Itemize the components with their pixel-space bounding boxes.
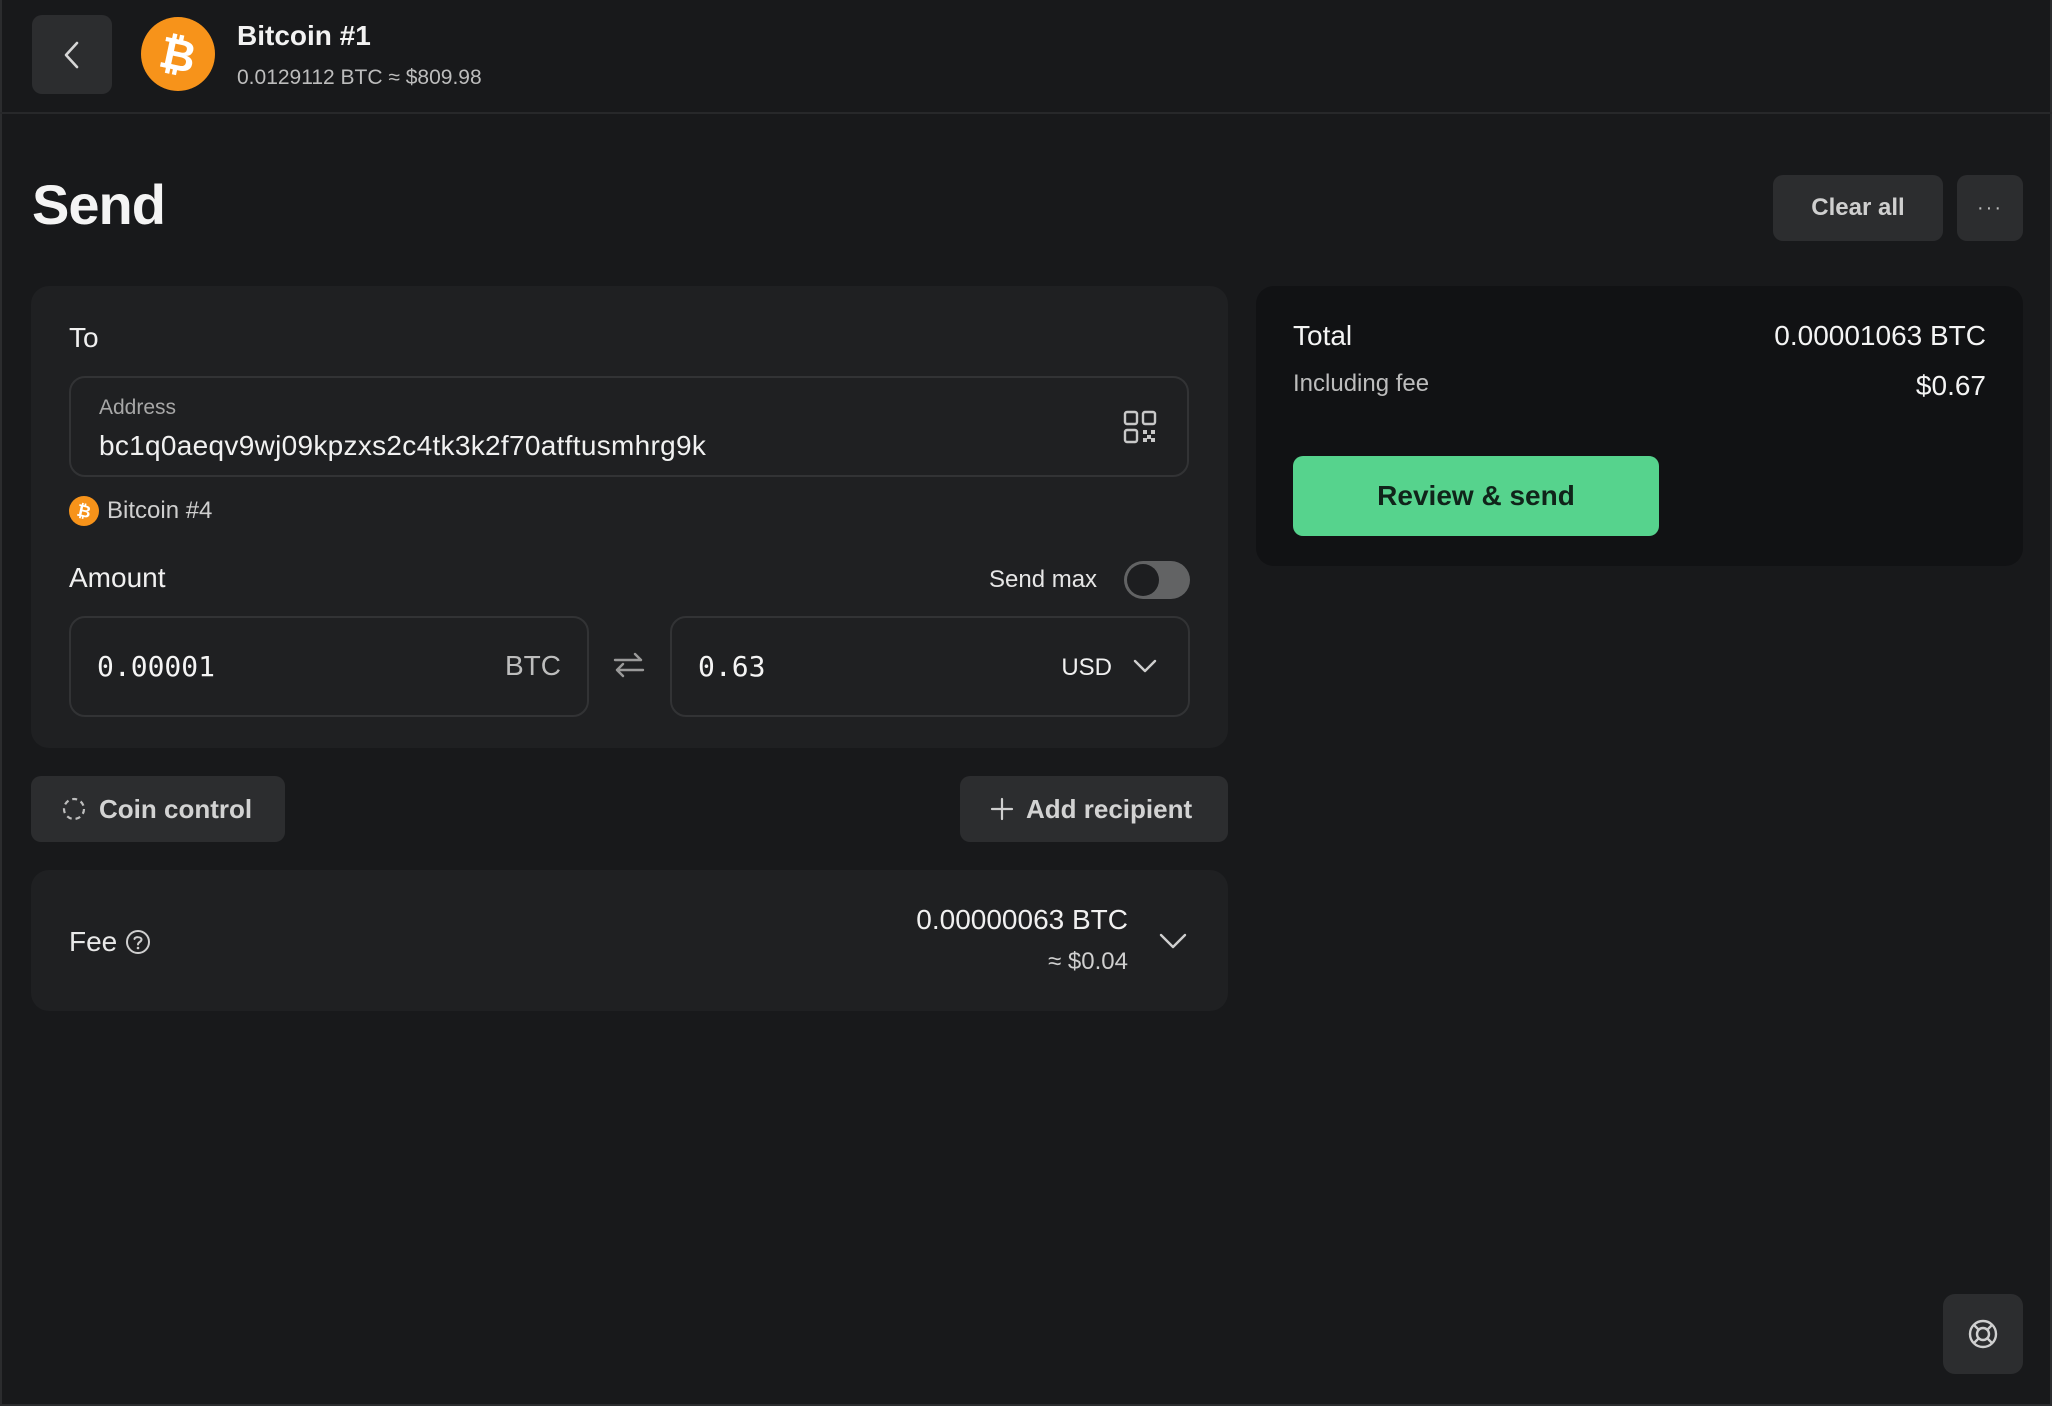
including-fee-value: $0.67 bbox=[1915, 370, 1986, 401]
fee-btc-value: 0.00000063 BTC bbox=[916, 904, 1128, 935]
more-options-button[interactable]: ··· bbox=[1957, 175, 2023, 241]
swap-arrows-icon[interactable] bbox=[611, 650, 647, 680]
help-icon[interactable] bbox=[125, 929, 151, 955]
fee-usd-value: ≈ $0.04 bbox=[1048, 948, 1128, 975]
fiat-currency-select[interactable]: USD bbox=[1061, 654, 1112, 682]
coin-control-button[interactable]: Coin control bbox=[31, 776, 285, 842]
support-button[interactable] bbox=[1943, 1294, 2023, 1374]
svg-text:₿: ₿ bbox=[158, 30, 198, 78]
fiat-amount-field[interactable]: 0.63 USD bbox=[670, 616, 1190, 717]
matched-wallet-name: Bitcoin #4 bbox=[107, 497, 213, 524]
review-and-send-button[interactable]: Review & send bbox=[1293, 456, 1659, 536]
send-max-label: Send max bbox=[989, 566, 1098, 593]
wallet-balance: 0.0129112 BTC ≈ $809.98 bbox=[237, 66, 482, 89]
bitcoin-logo-icon: ₿ bbox=[141, 17, 215, 91]
address-input[interactable]: bc1q0aeqv9wj09kpzxs2c4tk3k2f70atftusmhrg… bbox=[99, 430, 706, 462]
back-button[interactable] bbox=[32, 15, 112, 94]
recipient-card: To Address bc1q0aeqv9wj09kpzxs2c4tk3k2f7… bbox=[31, 286, 1228, 748]
total-value: 0.00001063 BTC bbox=[1774, 320, 1986, 351]
fee-label-group: Fee bbox=[69, 926, 151, 958]
dashed-circle-icon bbox=[62, 797, 86, 821]
total-label: Total bbox=[1293, 320, 1353, 351]
add-recipient-button[interactable]: Add recipient bbox=[960, 776, 1228, 842]
address-field[interactable]: Address bc1q0aeqv9wj09kpzxs2c4tk3k2f70at… bbox=[69, 376, 1189, 477]
total-summary-card: Total 0.00001063 BTC Including fee $0.67… bbox=[1256, 286, 2023, 566]
bitcoin-small-icon: ₿ bbox=[69, 496, 99, 526]
fiat-amount-input[interactable]: 0.63 bbox=[698, 650, 765, 683]
coin-control-label: Coin control bbox=[99, 793, 253, 824]
chevron-left-icon bbox=[64, 41, 79, 68]
chevron-down-icon[interactable] bbox=[1158, 930, 1188, 952]
amount-label: Amount bbox=[69, 562, 166, 593]
plus-icon bbox=[990, 797, 1014, 821]
page-title: Send bbox=[32, 173, 166, 236]
fee-card[interactable]: Fee 0.00000063 BTC ≈ $0.04 bbox=[31, 870, 1228, 1011]
to-label: To bbox=[69, 322, 99, 353]
clear-all-button[interactable]: Clear all bbox=[1773, 175, 1943, 241]
including-fee-label: Including fee bbox=[1293, 370, 1430, 397]
address-label: Address bbox=[99, 396, 177, 419]
wallet-name: Bitcoin #1 bbox=[237, 20, 371, 51]
send-max-toggle[interactable] bbox=[1124, 561, 1190, 599]
svg-text:₿: ₿ bbox=[76, 501, 92, 521]
fee-label: Fee bbox=[69, 926, 118, 957]
qr-code-icon[interactable] bbox=[1123, 410, 1157, 444]
wallet-header: ₿ Bitcoin #1 0.0129112 BTC ≈ $809.98 bbox=[0, 0, 2052, 114]
toggle-knob bbox=[1127, 564, 1159, 596]
btc-amount-field[interactable]: 0.00001 BTC bbox=[69, 616, 589, 717]
btc-amount-input[interactable]: 0.00001 bbox=[97, 650, 215, 683]
matched-wallet: ₿ Bitcoin #4 bbox=[69, 496, 212, 526]
add-recipient-label: Add recipient bbox=[1026, 793, 1193, 824]
lifebuoy-icon bbox=[1968, 1319, 1998, 1349]
btc-unit-label: BTC bbox=[505, 650, 561, 681]
chevron-down-icon[interactable] bbox=[1132, 656, 1158, 676]
